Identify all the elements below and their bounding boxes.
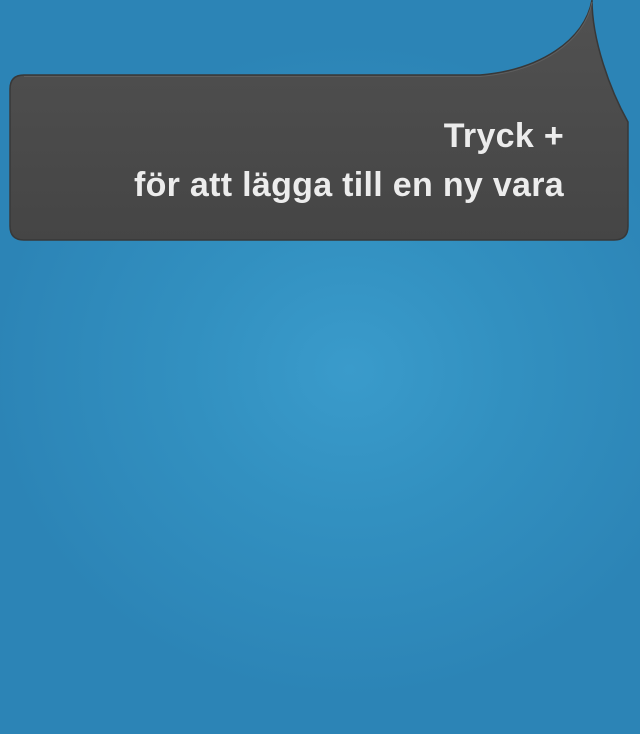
empty-list-screen: Tryck + för att lägga till en ny vara (0, 0, 640, 734)
hint-line-1: Tryck + (443, 117, 564, 155)
hint-line-2: för att lägga till en ny vara (133, 166, 564, 204)
